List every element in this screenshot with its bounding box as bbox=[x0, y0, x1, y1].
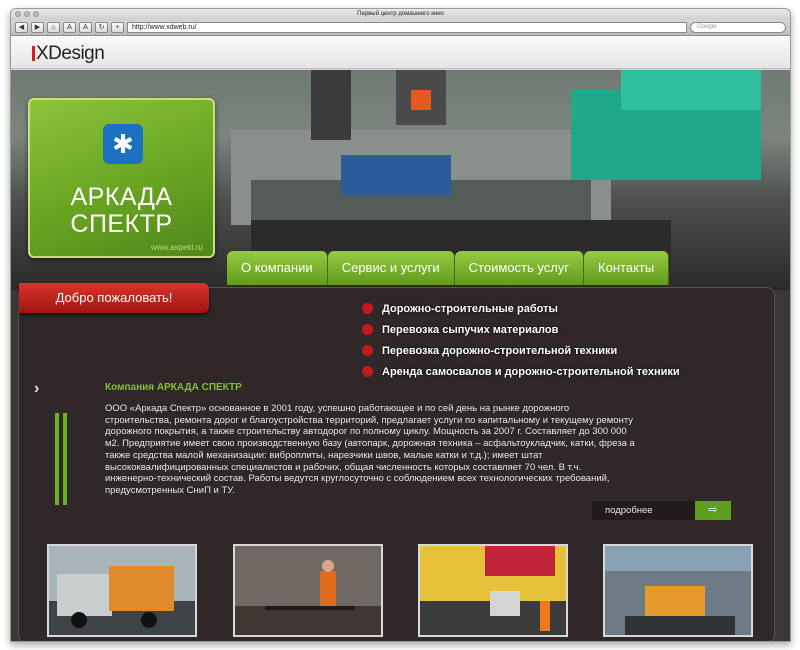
roadwork-site-illustration bbox=[420, 546, 566, 635]
title-bar: Первый центр домашнего кино bbox=[11, 9, 790, 20]
brand-site: www.aspekt.ru bbox=[150, 243, 203, 252]
more-link[interactable]: подробнее ⇨ bbox=[592, 501, 731, 520]
back-button[interactable]: ◀ bbox=[15, 22, 28, 33]
brand-name-line1: АРКАДА bbox=[70, 183, 173, 211]
machinery-illustration bbox=[605, 546, 751, 635]
photo-machinery[interactable] bbox=[603, 544, 753, 637]
main-nav: О компании Сервис и услуги Стоимость усл… bbox=[227, 251, 670, 285]
window-title: Первый центр домашнего кино bbox=[357, 11, 444, 17]
search-placeholder: Google bbox=[697, 24, 717, 30]
xdesign-logo: XDesign bbox=[31, 43, 105, 64]
site-page: ✱ АРКАДА СПЕКТР www.aspekt.ru О компании… bbox=[11, 70, 790, 641]
add-bookmark-button[interactable]: + bbox=[111, 22, 124, 33]
service-label: Аренда самосвалов и дорожно-строительной… bbox=[382, 365, 680, 378]
forward-button[interactable]: ▶ bbox=[31, 22, 44, 33]
browser-window: Первый центр домашнего кино ◀ ▶ ⌂ A A ↻ … bbox=[10, 8, 791, 642]
photo-road-worker[interactable] bbox=[233, 544, 383, 637]
url-field[interactable]: http://www.xdweb.ru/ bbox=[127, 22, 687, 33]
brand-box[interactable]: ✱ АРКАДА СПЕКТР www.aspekt.ru bbox=[28, 98, 215, 258]
dump-truck-illustration bbox=[49, 546, 195, 635]
text-larger-button[interactable]: A bbox=[79, 22, 92, 33]
road-worker-illustration bbox=[235, 546, 381, 635]
service-item[interactable]: Дорожно-строительные работы bbox=[362, 298, 680, 319]
photo-dump-truck[interactable] bbox=[47, 544, 197, 637]
url-text: http://www.xdweb.ru/ bbox=[132, 24, 197, 31]
service-item[interactable]: Перевозка дорожно-строительной техники bbox=[362, 340, 680, 361]
bullet-icon bbox=[362, 324, 373, 335]
nav-item-services[interactable]: Сервис и услуги bbox=[327, 251, 455, 285]
logo-bar: XDesign bbox=[11, 36, 790, 69]
reload-button[interactable]: ↻ bbox=[95, 22, 108, 33]
snowflake-icon: ✱ bbox=[103, 124, 143, 164]
services-list: Дорожно-строительные работы Перевозка сы… bbox=[362, 298, 680, 382]
photo-gallery bbox=[47, 544, 753, 641]
arrow-right-icon[interactable]: ⇨ bbox=[695, 501, 731, 520]
service-label: Перевозка сыпучих материалов bbox=[382, 323, 559, 336]
bullet-icon bbox=[362, 303, 373, 314]
company-text: ООО «Аркада Спектр» основанное в 2001 го… bbox=[105, 403, 635, 496]
text-smaller-button[interactable]: A bbox=[63, 22, 76, 33]
welcome-banner: Добро пожаловать! bbox=[19, 283, 209, 313]
nav-item-contacts[interactable]: Контакты bbox=[584, 251, 670, 285]
decor-bars bbox=[55, 413, 67, 505]
service-label: Перевозка дорожно-строительной техники bbox=[382, 344, 618, 357]
search-input[interactable]: Google bbox=[690, 22, 786, 33]
home-icon[interactable]: ⌂ bbox=[47, 22, 60, 33]
company-title: Компания АРКАДА СПЕКТР bbox=[105, 382, 242, 393]
service-item[interactable]: Аренда самосвалов и дорожно-строительной… bbox=[362, 361, 680, 382]
service-item[interactable]: Перевозка сыпучих материалов bbox=[362, 319, 680, 340]
content-panel: Добро пожаловать! Дорожно-строительные р… bbox=[18, 283, 775, 641]
brand-name-line2: СПЕКТР bbox=[70, 210, 173, 238]
browser-toolbar: ◀ ▶ ⌂ A A ↻ + http://www.xdweb.ru/ Googl… bbox=[11, 20, 790, 36]
bullet-icon bbox=[362, 345, 373, 356]
more-label: подробнее bbox=[592, 501, 695, 520]
bullet-icon bbox=[362, 366, 373, 377]
photo-roadwork-site[interactable] bbox=[418, 544, 568, 637]
service-label: Дорожно-строительные работы bbox=[382, 302, 558, 315]
brand-name: АРКАДА СПЕКТР bbox=[30, 184, 213, 238]
nav-item-about[interactable]: О компании bbox=[227, 251, 328, 285]
nav-item-prices[interactable]: Стоимость услуг bbox=[454, 251, 585, 285]
window-controls[interactable] bbox=[15, 11, 39, 17]
